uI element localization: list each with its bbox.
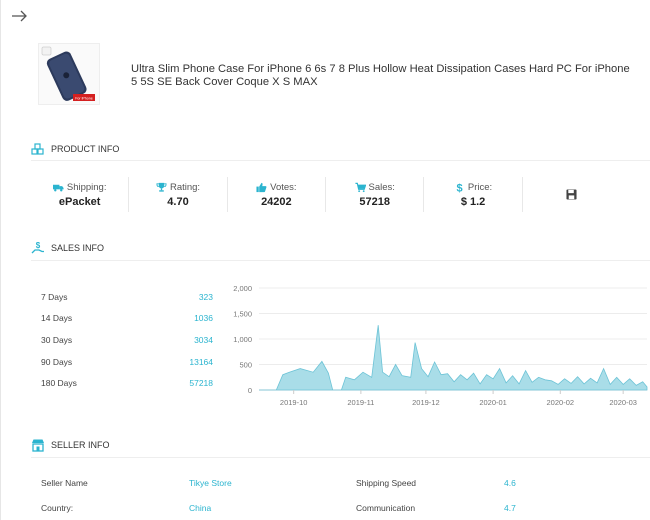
y-tick-label: 1,000 [233, 335, 252, 344]
sales-value: 13164 [189, 356, 213, 367]
section-sales-info: $ SALES INFO [31, 240, 104, 256]
product-title[interactable]: Ultra Slim Phone Case For iPhone 6 6s 7 … [131, 63, 631, 88]
country-label: Country: [41, 503, 74, 513]
y-tick-label: 500 [239, 361, 252, 370]
communication-value: 4.7 [504, 503, 516, 513]
back-arrow-icon[interactable] [9, 6, 29, 26]
sales-value: 57218 [189, 378, 213, 389]
section-product-info: PRODUCT INFO [31, 141, 119, 157]
money-hand-icon: $ [31, 241, 44, 254]
section-title: SELLER INFO [51, 440, 110, 450]
stat-value: 24202 [261, 195, 292, 208]
y-tick-label: 2,000 [233, 284, 252, 293]
shipping-speed-value: 4.6 [504, 478, 516, 488]
communication-label: Communication [356, 503, 416, 513]
divider [31, 160, 650, 161]
stat-value: 57218 [359, 195, 390, 208]
sales-value: 3034 [194, 334, 213, 345]
y-tick-label: 0 [248, 386, 252, 395]
sales-row: 90 Days 13164 [41, 351, 213, 373]
x-tick-label: 2019-12 [412, 398, 440, 407]
seller-name-link[interactable]: Tikye Store [189, 478, 232, 488]
stat-rating: Rating: 4.70 [129, 177, 228, 212]
sales-row: 30 Days 3034 [41, 329, 213, 351]
x-tick-label: 2020-03 [609, 398, 637, 407]
sales-period: 7 Days [41, 291, 68, 302]
country-value: China [189, 503, 212, 513]
store-icon [32, 439, 44, 452]
stat-sales: Sales: 57218 [326, 177, 425, 212]
stat-label: Price: [467, 181, 493, 193]
svg-text:$: $ [36, 241, 41, 250]
sales-row: 14 Days 1036 [41, 308, 213, 330]
svg-text:$: $ [456, 182, 462, 192]
seller-name-label: Seller Name [41, 478, 88, 488]
sales-period: 90 Days [41, 356, 73, 367]
stat-value: ePacket [58, 195, 101, 208]
y-tick-label: 1,500 [233, 310, 252, 319]
sales-area-chart[interactable]: 2,000 1,500 1,000 500 0 2019-10 2019-11 2019-12… [219, 278, 650, 411]
sales-value: 323 [198, 291, 213, 302]
divider [31, 260, 650, 261]
x-tick-label: 2019-11 [347, 398, 374, 407]
truck-icon [52, 184, 64, 191]
section-title: PRODUCT INFO [51, 144, 120, 154]
section-seller-info: SELLER INFO [31, 437, 110, 453]
section-title: SALES INFO [51, 243, 105, 253]
boxes-icon [31, 143, 44, 155]
x-tick-label: 2019-10 [280, 398, 308, 407]
floppy-disk-icon [566, 189, 577, 200]
save-button[interactable] [523, 177, 621, 212]
stat-label: Shipping: [66, 181, 107, 193]
divider [31, 457, 650, 458]
stat-value: 4.70 [167, 195, 189, 208]
stat-label: Votes: [270, 181, 297, 193]
sales-row: 180 Days 57218 [41, 372, 213, 394]
x-tick-label: 2020-02 [547, 398, 575, 407]
product-stats: Shipping: ePacket Rating: 4.70 Votes: 24… [31, 177, 621, 212]
sales-period: 14 Days [41, 313, 73, 324]
shipping-speed-label: Shipping Speed [356, 478, 417, 488]
product-detail-panel: For iPhone Ultra Slim Phone Case For iPh… [0, 0, 650, 520]
stat-label: Sales: [368, 181, 395, 193]
sales-period: 180 Days [41, 378, 77, 389]
trophy-icon [156, 182, 167, 192]
sales-value: 1036 [194, 313, 213, 324]
stat-value: $ 1.2 [460, 195, 486, 208]
stat-price: $ Price: $ 1.2 [424, 177, 523, 212]
thumb-badge-label: For iPhone [75, 97, 93, 101]
stat-shipping: Shipping: ePacket [31, 177, 130, 212]
stat-label: Rating: [169, 181, 201, 193]
sales-row: 7 Days 323 [41, 286, 213, 308]
x-tick-label: 2020-01 [479, 398, 507, 407]
sales-table: 7 Days 323 14 Days 1036 30 Days 3034 90 Day… [41, 286, 213, 394]
thumbs-up-icon [256, 182, 267, 192]
product-thumbnail[interactable]: For iPhone [38, 43, 100, 105]
cart-icon [354, 182, 366, 192]
stat-votes: Votes: 24202 [228, 177, 327, 212]
dollar-icon: $ [456, 182, 462, 192]
sales-period: 30 Days [41, 334, 73, 345]
sales-area-series [259, 325, 648, 391]
